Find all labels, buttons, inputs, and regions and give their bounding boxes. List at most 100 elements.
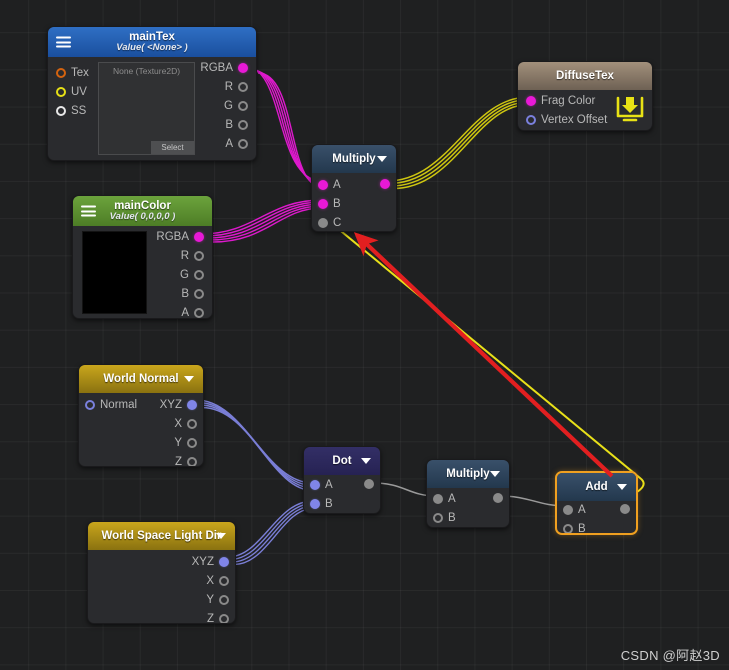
port-dot-icon[interactable] <box>563 505 573 515</box>
output-port-xyz[interactable]: XYZ <box>160 399 197 411</box>
node-multiply-top[interactable]: Multiply A B C <box>311 144 397 232</box>
port-dot-icon[interactable] <box>187 419 197 429</box>
chevron-down-icon[interactable] <box>617 484 627 490</box>
input-port-frag-color[interactable]: Frag Color <box>526 95 595 107</box>
chevron-down-icon[interactable] <box>184 376 194 382</box>
port-dot-icon[interactable] <box>194 270 204 280</box>
port-dot-icon[interactable] <box>310 499 320 509</box>
output-port-z[interactable]: Z <box>175 456 197 466</box>
input-port-uv[interactable]: UV <box>56 86 87 98</box>
node-main-color-header[interactable]: mainColor Value( 0,0,0,0 ) <box>73 196 212 226</box>
node-diffuse-tex[interactable]: DiffuseTex Frag Color Vertex Offset <box>517 61 653 131</box>
hamburger-icon[interactable] <box>81 205 96 217</box>
node-dot-header[interactable]: Dot <box>304 447 380 475</box>
chevron-down-icon[interactable] <box>377 156 387 162</box>
node-multiply-bottom[interactable]: Multiply A B <box>426 459 510 528</box>
input-port-b[interactable]: B <box>318 198 341 210</box>
port-dot-icon[interactable] <box>238 120 248 130</box>
output-port-y[interactable]: Y <box>206 594 229 606</box>
output-port-a[interactable]: A <box>225 138 248 150</box>
port-dot-icon[interactable] <box>85 400 95 410</box>
port-dot-icon[interactable] <box>219 595 229 605</box>
output-port-b[interactable]: B <box>225 119 248 131</box>
port-dot-icon[interactable] <box>238 63 248 73</box>
node-main-tex[interactable]: mainTex Value( <None> ) Tex UV SS None (… <box>47 26 257 161</box>
port-dot-icon[interactable] <box>493 493 503 503</box>
input-port-a[interactable]: A <box>433 493 456 505</box>
port-dot-icon[interactable] <box>238 82 248 92</box>
input-port-a[interactable]: A <box>318 179 341 191</box>
port-dot-icon[interactable] <box>318 199 328 209</box>
output-port-g[interactable]: G <box>180 269 204 281</box>
output-port-y[interactable]: Y <box>174 437 197 449</box>
chevron-down-icon[interactable] <box>361 458 371 464</box>
node-main-tex-header[interactable]: mainTex Value( <None> ) <box>48 27 256 57</box>
output-port-g[interactable]: G <box>224 100 248 112</box>
port-dot-icon[interactable] <box>194 308 204 318</box>
output-port-a[interactable]: A <box>181 307 204 318</box>
port-dot-icon[interactable] <box>219 614 229 623</box>
port-dot-icon[interactable] <box>433 494 443 504</box>
output-port-result[interactable] <box>488 493 503 503</box>
output-port-rgba[interactable]: RGBA <box>200 62 248 74</box>
input-port-b[interactable]: B <box>310 498 333 510</box>
port-dot-icon[interactable] <box>194 251 204 261</box>
port-dot-icon[interactable] <box>187 457 197 466</box>
input-port-normal[interactable]: Normal <box>85 399 137 411</box>
input-port-tex[interactable]: Tex <box>56 67 89 79</box>
input-port-c[interactable]: C <box>318 217 341 229</box>
input-port-ss[interactable]: SS <box>56 105 86 117</box>
port-dot-icon[interactable] <box>526 115 536 125</box>
output-port-result[interactable] <box>375 179 390 189</box>
output-port-b[interactable]: B <box>181 288 204 300</box>
save-download-icon[interactable] <box>613 92 647 126</box>
output-port-xyz[interactable]: XYZ <box>192 556 229 568</box>
input-port-vertex-offset[interactable]: Vertex Offset <box>526 114 607 126</box>
port-dot-icon[interactable] <box>380 179 390 189</box>
port-dot-icon[interactable] <box>56 106 66 116</box>
port-dot-icon[interactable] <box>194 289 204 299</box>
node-main-color[interactable]: mainColor Value( 0,0,0,0 ) RGBA R G B A <box>72 195 213 319</box>
output-port-x[interactable]: X <box>206 575 229 587</box>
port-dot-icon[interactable] <box>310 480 320 490</box>
node-world-normal-header[interactable]: World Normal <box>79 365 203 393</box>
node-world-space-light-dir[interactable]: World Space Light Dir XYZ X Y Z <box>87 521 236 624</box>
output-port-x[interactable]: X <box>174 418 197 430</box>
node-add[interactable]: Add A B <box>555 471 638 535</box>
node-dot[interactable]: Dot A B <box>303 446 381 514</box>
port-dot-icon[interactable] <box>318 180 328 190</box>
chevron-down-icon[interactable] <box>216 533 226 539</box>
hamburger-icon[interactable] <box>56 36 71 48</box>
input-port-b[interactable]: B <box>433 512 456 524</box>
port-dot-icon[interactable] <box>318 218 328 228</box>
select-texture-button[interactable]: Select <box>151 141 194 154</box>
port-dot-icon[interactable] <box>433 513 443 523</box>
port-dot-icon[interactable] <box>563 524 573 533</box>
port-dot-icon[interactable] <box>526 96 536 106</box>
texture-preview[interactable]: None (Texture2D) Select <box>98 62 195 155</box>
output-port-z[interactable]: Z <box>207 613 229 623</box>
port-dot-icon[interactable] <box>238 139 248 149</box>
port-dot-icon[interactable] <box>56 87 66 97</box>
output-port-result[interactable] <box>615 504 630 514</box>
color-swatch[interactable] <box>82 231 147 314</box>
node-graph-canvas[interactable]: mainTex Value( <None> ) Tex UV SS None (… <box>0 0 729 670</box>
port-dot-icon[interactable] <box>187 400 197 410</box>
input-port-a[interactable]: A <box>563 504 586 516</box>
node-diffuse-tex-header[interactable]: DiffuseTex <box>518 62 652 90</box>
port-dot-icon[interactable] <box>56 68 66 78</box>
node-multiply-bottom-header[interactable]: Multiply <box>427 460 509 488</box>
port-dot-icon[interactable] <box>219 576 229 586</box>
output-port-rgba[interactable]: RGBA <box>156 231 204 243</box>
node-add-header[interactable]: Add <box>557 473 636 501</box>
port-dot-icon[interactable] <box>620 504 630 514</box>
port-dot-icon[interactable] <box>187 438 197 448</box>
output-port-r[interactable]: R <box>225 81 248 93</box>
port-dot-icon[interactable] <box>238 101 248 111</box>
output-port-r[interactable]: R <box>181 250 204 262</box>
node-world-space-light-dir-header[interactable]: World Space Light Dir <box>88 522 235 550</box>
input-port-b[interactable]: B <box>563 523 586 533</box>
chevron-down-icon[interactable] <box>490 471 500 477</box>
port-dot-icon[interactable] <box>194 232 204 242</box>
output-port-result[interactable] <box>359 479 374 489</box>
